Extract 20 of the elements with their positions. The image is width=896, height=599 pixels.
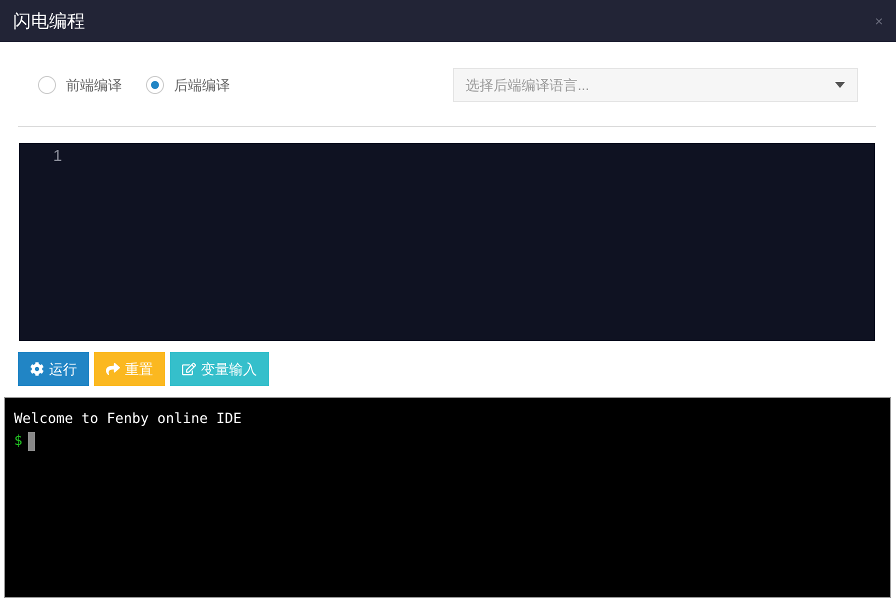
code-editor[interactable]: 1 [19, 143, 875, 341]
language-select[interactable]: 选择后端编译语言... [452, 68, 858, 102]
radio-button[interactable] [38, 76, 56, 94]
edit-icon [182, 362, 196, 376]
line-number: 1 [52, 147, 63, 167]
select-placeholder: 选择后端编译语言... [466, 76, 590, 94]
terminal-cursor [28, 432, 36, 450]
arrow-icon [106, 362, 120, 376]
terminal-line: Welcome to Fenby online IDE [14, 410, 243, 429]
radio-option[interactable]: 后端编译 [146, 74, 230, 96]
close-button[interactable]: × [874, 14, 883, 28]
radio-button[interactable] [146, 76, 164, 94]
terminal-prompt: $ [14, 432, 22, 451]
window-title: 闪电编程 [13, 10, 85, 32]
input-button[interactable]: 变量输入 [170, 352, 269, 386]
terminal[interactable]: Welcome to Fenby online IDE $ [4, 397, 891, 598]
run-button[interactable]: 运行 [18, 352, 89, 386]
dropdown-caret-icon [835, 82, 845, 88]
radio-option[interactable]: 前端编译 [38, 74, 122, 96]
gear-icon [30, 362, 44, 376]
